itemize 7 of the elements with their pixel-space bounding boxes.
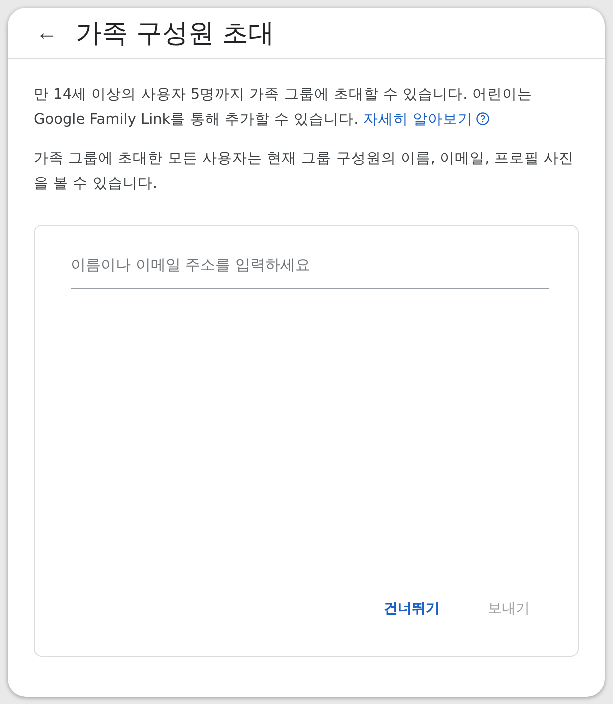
notice-text: 가족 그룹에 초대한 모든 사용자는 현재 그룹 구성원의 이름, 이메일, 프로필 사진을 볼 수 있습니다. bbox=[34, 150, 575, 194]
back-button[interactable]: ← bbox=[32, 20, 62, 46]
help-icon[interactable] bbox=[476, 112, 490, 126]
intro-text: 만 14세 이상의 사용자 5명까지 가족 그룹에 초대할 수 있습니다. 어린이는 Google Family Link를 통해 추가할 수 있습니다. 자세히 알아보기 bbox=[34, 86, 534, 130]
learn-more-link[interactable]: 자세히 알아보기 bbox=[363, 112, 473, 128]
skip-button[interactable]: 건너뛰기 bbox=[372, 592, 452, 626]
page-title: 가족 구성원 초대 bbox=[76, 18, 275, 50]
